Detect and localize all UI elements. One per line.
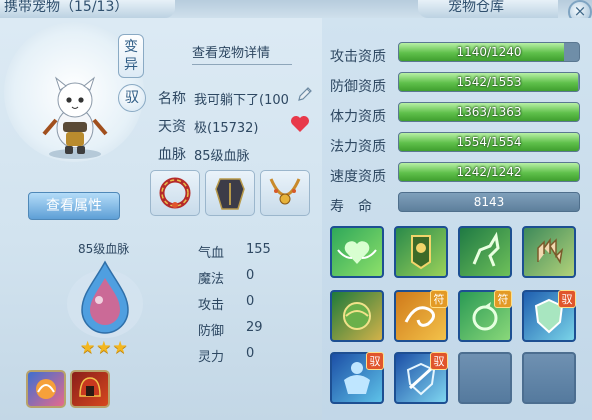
aptitude-attack-value: 1140/1240 [456, 45, 522, 59]
stat-hp-label: 气血 [198, 246, 225, 261]
blood-value: 85级血脉 [194, 149, 250, 164]
stat-spirit-label: 灵力 [198, 350, 225, 365]
aptitude-speed-bar: 1242/1242 [398, 162, 580, 182]
aptitude-stamina-value: 1363/1363 [456, 105, 522, 119]
earth-orb-icon [343, 302, 371, 330]
heart-icon[interactable] [290, 115, 310, 133]
skill-slot-9[interactable]: 驭 [330, 352, 384, 404]
aptitude-attack-bar: 1140/1240 [398, 42, 580, 62]
stat-defense-label: 防御 [198, 324, 225, 339]
aptitude-stamina-label: 体力资质 [330, 109, 386, 125]
stat-attack-value: 0 [246, 294, 255, 309]
skill-slot-8[interactable]: 驭 [522, 290, 576, 342]
talent-label: 天资 [158, 119, 186, 135]
bound-tag: 驭 [430, 352, 448, 370]
tab-pet-warehouse[interactable]: 宠物仓库 [418, 0, 558, 18]
star-rating: ★★★ [80, 338, 129, 358]
view-pet-details-link[interactable]: 查看宠物详情 [192, 42, 292, 65]
stat-spirit-value: 0 [246, 346, 255, 361]
aptitude-attack-label: 攻击资质 [330, 49, 386, 65]
blood-drop-icon [67, 260, 143, 338]
aptitude-magic-label: 法力资质 [330, 139, 386, 155]
stat-attack-label: 攻击 [198, 298, 225, 313]
bound-tag: 驭 [366, 352, 384, 370]
equipment-slot-1[interactable] [150, 170, 200, 216]
view-attributes-button[interactable]: 查看属性 [28, 192, 120, 220]
stat-mp-value: 0 [246, 268, 255, 283]
fire-fist-icon [36, 379, 56, 399]
red-helmet-icon [79, 377, 101, 397]
skill-slot-empty-1[interactable] [458, 352, 512, 404]
skill-slot-10[interactable]: 驭 [394, 352, 448, 404]
rune-tag: 符 [430, 290, 448, 308]
aptitude-defense-value: 1542/1553 [456, 75, 522, 89]
skill-slot-3[interactable] [458, 226, 512, 278]
skill-slot-empty-2[interactable] [522, 352, 576, 404]
stat-defense-value: 29 [246, 320, 263, 335]
aptitude-speed-label: 速度资质 [330, 169, 386, 185]
aptitude-magic-value: 1554/1554 [456, 135, 522, 149]
life-label: 寿 命 [330, 199, 372, 215]
blood-drop-label: 85级血脉 [78, 242, 130, 256]
dark-armor-icon [215, 178, 245, 210]
talent-value: 极(15732) [194, 121, 259, 136]
bottom-slot-1[interactable] [26, 370, 66, 408]
pet-figure-icon [42, 76, 108, 159]
name-label: 名称 [158, 91, 186, 107]
blood-label: 血脉 [158, 147, 186, 163]
tab-carried-pets[interactable]: 携带宠物（15/13） [0, 0, 175, 18]
life-value: 8143 [398, 192, 580, 212]
kicking-horse-icon [472, 231, 500, 267]
stat-hp-value: 155 [246, 242, 271, 257]
skill-slot-7[interactable]: 符 [458, 290, 512, 342]
grasping-hand-icon [537, 237, 564, 265]
skill-slot-2[interactable] [394, 226, 448, 278]
edit-pencil-icon[interactable] [296, 85, 314, 103]
equipment-slot-3[interactable] [260, 170, 310, 216]
skill-slot-1[interactable] [330, 226, 384, 278]
skill-slot-4[interactable] [522, 226, 576, 278]
aptitude-defense-label: 防御资质 [330, 79, 386, 95]
aptitude-speed-value: 1242/1242 [456, 165, 522, 179]
skill-slot-5[interactable] [330, 290, 384, 342]
stat-mp-label: 魔法 [198, 272, 225, 287]
rune-tag: 符 [494, 290, 512, 308]
bound-tag: 驭 [558, 290, 576, 308]
gold-necklace-icon [269, 178, 301, 205]
aptitude-stamina-bar: 1363/1363 [398, 102, 580, 122]
war-banner-icon [411, 235, 431, 270]
bottom-slot-2[interactable] [70, 370, 110, 408]
variant-badge: 变异 [118, 34, 144, 78]
bound-badge: 驭 [118, 84, 146, 112]
equipment-slot-2[interactable] [205, 170, 255, 216]
aptitude-magic-bar: 1554/1554 [398, 132, 580, 152]
winged-heart-icon [337, 241, 377, 264]
aptitude-defense-bar: 1542/1553 [398, 72, 580, 92]
skill-slot-6[interactable]: 符 [394, 290, 448, 342]
red-ring-icon [159, 177, 191, 209]
pet-name-value: 我可躺下了(100 [194, 93, 289, 108]
